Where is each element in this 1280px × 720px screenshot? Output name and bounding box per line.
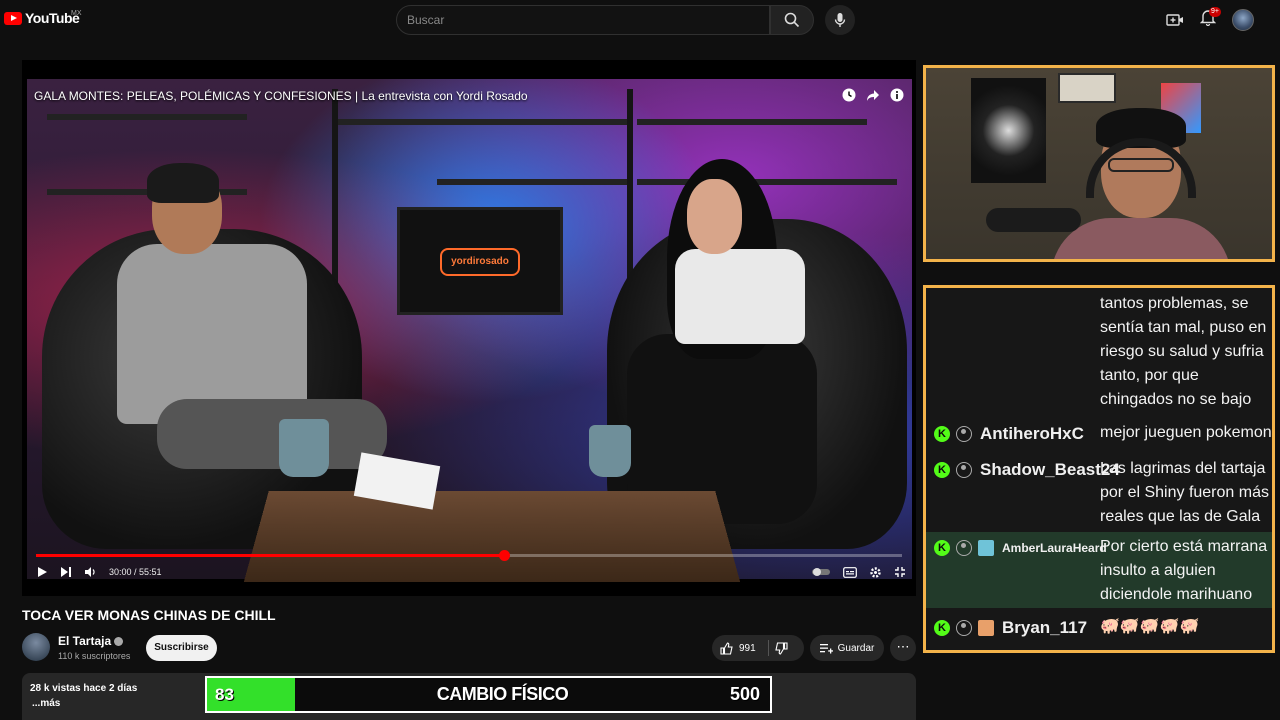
like-icon[interactable] [720, 641, 733, 655]
share-icon[interactable] [866, 88, 880, 102]
tv-logo: yordirosado [440, 248, 520, 276]
kick-badge-icon: K [934, 540, 950, 556]
youtube-play-icon [4, 11, 22, 25]
chat-message: K Shadow_Beast24 Las lagrimas del tartaj… [926, 454, 1272, 530]
chat-message-text: mejor jueguen pokemon [1100, 424, 1272, 441]
chat-message: tantos problemas, se sentía tan mal, pus… [926, 288, 1272, 416]
mug [589, 425, 631, 477]
search-button[interactable] [770, 5, 814, 35]
kick-badge-icon: K [934, 620, 950, 636]
notifications-badge: 9+ [1209, 7, 1221, 17]
subscriber-count: 110 k suscriptores [58, 651, 131, 661]
time-display: 30:00 / 55:51 [109, 567, 162, 577]
chat-message: K Bryan_117 🐖🐖🐖🐖🐖 [926, 612, 1272, 650]
top-bar: YouTube MX Buscar 9+ [0, 0, 1280, 40]
kick-badge-icon: K [934, 426, 950, 442]
channel-avatar[interactable] [22, 633, 50, 661]
embedded-video-title[interactable]: GALA MONTES: PELEAS, POLÉMICAS Y CONFESI… [34, 89, 528, 103]
overlay-counter-bar: 83 CAMBIO FÍSICO 500 [205, 676, 772, 713]
mic-icon [834, 13, 846, 27]
kick-badge-icon: K [934, 462, 950, 478]
chat-username[interactable]: Shadow_Beast24 [980, 460, 1120, 480]
search-input[interactable]: Buscar [396, 5, 770, 35]
shelf [47, 114, 247, 120]
views-and-date: 28 k vistas hace 2 días [30, 683, 138, 694]
live-chat-panel: tantos problemas, se sentía tan mal, pus… [923, 285, 1275, 653]
logo-country: MX [71, 10, 82, 17]
video-title: TOCA VER MONAS CHINAS DE CHILL [22, 607, 276, 623]
chat-username[interactable]: Bryan_117 [1002, 618, 1087, 638]
streamer-webcam [923, 65, 1275, 262]
chat-username[interactable]: AntiheroHxC [980, 424, 1084, 444]
shelf [337, 119, 627, 125]
chat-message-text: tantos problemas, se sentía tan mal, pus… [1100, 295, 1267, 408]
video-frame: yordirosado [27, 79, 912, 582]
exit-fullscreen-icon[interactable] [894, 566, 906, 578]
chat-message: K AntiheroHxC mejor jueguen pokemon [926, 418, 1272, 450]
user-icon [956, 620, 972, 636]
dislike-icon[interactable] [775, 641, 788, 655]
user-icon [956, 540, 972, 556]
overlay-counter-current: 83 [207, 678, 295, 711]
save-playlist-icon [819, 643, 833, 653]
overlay-counter-label: CAMBIO FÍSICO [436, 684, 569, 704]
streamer [986, 98, 1246, 259]
player-controls: 30:00 / 55:51 [36, 560, 906, 584]
mug [279, 419, 329, 477]
subscribe-button[interactable]: Suscribirse [146, 635, 217, 661]
progress-played [36, 554, 504, 557]
progress-bar[interactable] [36, 550, 902, 561]
search-icon [784, 12, 800, 28]
show-more-link[interactable]: ...más [32, 698, 60, 709]
notifications-button[interactable]: 9+ [1199, 7, 1221, 31]
emote-badge-icon [978, 540, 994, 556]
channel-name[interactable]: El Tartaja [58, 634, 124, 648]
channel-name-text: El Tartaja [58, 634, 112, 648]
verified-icon [114, 637, 124, 647]
like-divider [767, 640, 769, 656]
play-icon[interactable] [36, 566, 48, 578]
chat-message: K AmberLauraHeard Por cierto está marran… [926, 532, 1272, 608]
video-player[interactable]: yordirosado GALA MONTES: PELEAS, POLÉMIC… [22, 60, 916, 596]
chat-message-text: Por cierto está marrana insulto a alguie… [1100, 538, 1268, 603]
subtitles-icon[interactable] [843, 566, 857, 578]
overlay-counter-goal: 500 [729, 684, 760, 704]
account-avatar[interactable] [1232, 9, 1254, 31]
more-actions-button[interactable]: ⋯ [890, 635, 916, 661]
chat-username[interactable]: AmberLauraHeard [1002, 541, 1107, 555]
next-icon[interactable] [60, 566, 72, 578]
user-icon [956, 462, 972, 478]
watch-later-icon[interactable] [842, 88, 856, 102]
like-count[interactable]: 991 [739, 643, 756, 654]
create-video-icon[interactable] [1166, 12, 1184, 28]
microphone [986, 208, 1081, 232]
save-button[interactable]: Guardar [810, 635, 884, 661]
save-label: Guardar [837, 642, 875, 654]
volume-icon[interactable] [84, 566, 97, 578]
emote-badge-icon [978, 620, 994, 636]
voice-search-button[interactable] [825, 5, 855, 35]
info-icon[interactable] [890, 88, 904, 102]
tv-screen: yordirosado [397, 207, 563, 315]
youtube-logo[interactable]: YouTube MX [4, 10, 82, 26]
settings-icon[interactable] [869, 566, 882, 579]
like-dislike-group: 991 [712, 635, 804, 661]
shelf [637, 119, 867, 125]
autoplay-toggle-icon[interactable] [811, 567, 831, 577]
chat-message-text: 🐖🐖🐖🐖🐖 [1100, 618, 1200, 635]
chat-message-text: Las lagrimas del tartaja por el Shiny fu… [1100, 460, 1269, 525]
user-icon [956, 426, 972, 442]
